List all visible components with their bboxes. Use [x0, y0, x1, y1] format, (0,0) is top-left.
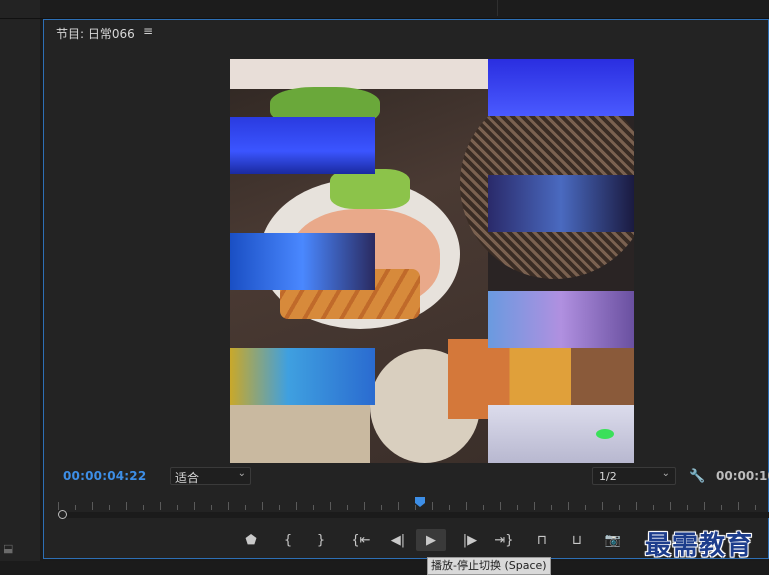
- ruler-tick: [432, 502, 433, 510]
- playhead[interactable]: [415, 497, 425, 507]
- mark-in-icon[interactable]: {: [277, 529, 299, 551]
- step-forward-icon[interactable]: |▶: [459, 529, 481, 551]
- ruler-tick: [177, 505, 178, 510]
- ruler-tick: [381, 505, 382, 510]
- video-tile: [330, 169, 410, 209]
- export-icon[interactable]: ⬓: [3, 542, 19, 555]
- panel-menu-icon[interactable]: ≡: [143, 24, 153, 38]
- ruler-tick: [551, 505, 552, 510]
- zoom-scroll-bar[interactable]: [58, 512, 769, 518]
- duration-timecode: 00:00:10: [716, 469, 769, 483]
- step-back-icon[interactable]: ◀|: [387, 529, 409, 551]
- video-tile: [596, 429, 614, 439]
- program-monitor-panel: 节目: 日常066 ≡ 00:00:04:22 适合 ⌄ 1/2 ⌄ 🔧 00:: [43, 19, 769, 559]
- video-tile: [230, 348, 375, 405]
- ruler-tick: [398, 502, 399, 510]
- ruler-tick: [245, 505, 246, 510]
- video-tile: [488, 175, 634, 232]
- zoom-level-value: 适合: [175, 471, 200, 485]
- ruler-tick: [517, 505, 518, 510]
- go-to-in-icon[interactable]: {⇤: [350, 529, 372, 551]
- zoom-handle[interactable]: [58, 510, 67, 519]
- ruler-tick: [636, 502, 637, 510]
- video-tile: [230, 117, 375, 174]
- ruler-tick: [449, 505, 450, 510]
- time-ruler[interactable]: [58, 496, 769, 510]
- ruler-tick: [721, 505, 722, 510]
- ruler-tick: [585, 505, 586, 510]
- bottom-bar: [0, 561, 769, 573]
- ruler-tick: [568, 502, 569, 510]
- ruler-tick: [279, 505, 280, 510]
- ruler-tick: [500, 502, 501, 510]
- video-preview: [230, 59, 634, 463]
- ruler-tick: [313, 505, 314, 510]
- current-timecode[interactable]: 00:00:04:22: [63, 469, 146, 483]
- marker-icon[interactable]: ⬟: [240, 529, 262, 551]
- ruler-tick: [347, 505, 348, 510]
- ruler-tick: [619, 505, 620, 510]
- ruler-tick: [160, 502, 161, 510]
- ruler-tick: [670, 502, 671, 510]
- ruler-tick: [653, 505, 654, 510]
- ruler-tick: [755, 505, 756, 510]
- ruler-tick: [296, 502, 297, 510]
- ruler-tick: [75, 505, 76, 510]
- video-tile: [230, 59, 488, 89]
- ruler-tick: [534, 502, 535, 510]
- ruler-tick: [228, 502, 229, 510]
- ruler-tick: [262, 502, 263, 510]
- ruler-tick: [109, 505, 110, 510]
- top-bar: [0, 0, 769, 19]
- ruler-tick: [687, 505, 688, 510]
- ruler-tick: [466, 502, 467, 510]
- panel-title: 节目: 日常066: [56, 27, 135, 41]
- ruler-tick: [92, 502, 93, 510]
- ruler-tick: [330, 502, 331, 510]
- play-icon[interactable]: ▶: [416, 529, 446, 551]
- ruler-tick: [704, 502, 705, 510]
- video-tile: [230, 233, 375, 290]
- watermark-logo: 最需教育: [645, 531, 754, 561]
- mark-out-icon[interactable]: }: [310, 529, 332, 551]
- video-tile: [488, 291, 634, 348]
- camera-icon[interactable]: 📷: [602, 529, 624, 551]
- play-tooltip: 播放-停止切换 (Space): [427, 557, 551, 575]
- video-tile: [488, 59, 634, 116]
- chevron-down-icon: ⌄: [661, 468, 670, 479]
- left-panel: [0, 0, 40, 573]
- ruler-tick: [194, 502, 195, 510]
- ruler-tick: [58, 502, 59, 510]
- ruler-tick: [211, 505, 212, 510]
- ruler-tick: [126, 502, 127, 510]
- go-to-out-icon[interactable]: ⇥}: [493, 529, 515, 551]
- resolution-value: 1/2: [599, 470, 617, 483]
- zoom-level-select[interactable]: 适合 ⌄: [170, 467, 251, 485]
- ruler-tick: [602, 502, 603, 510]
- extract-icon[interactable]: ⊔: [566, 529, 588, 551]
- wrench-icon[interactable]: 🔧: [689, 469, 705, 484]
- ruler-tick: [143, 505, 144, 510]
- ruler-tick: [483, 505, 484, 510]
- playback-resolution-select[interactable]: 1/2 ⌄: [592, 467, 676, 485]
- lift-icon[interactable]: ⊓: [531, 529, 553, 551]
- ruler-tick: [738, 502, 739, 510]
- chevron-down-icon: ⌄: [237, 468, 246, 479]
- ruler-tick: [364, 502, 365, 510]
